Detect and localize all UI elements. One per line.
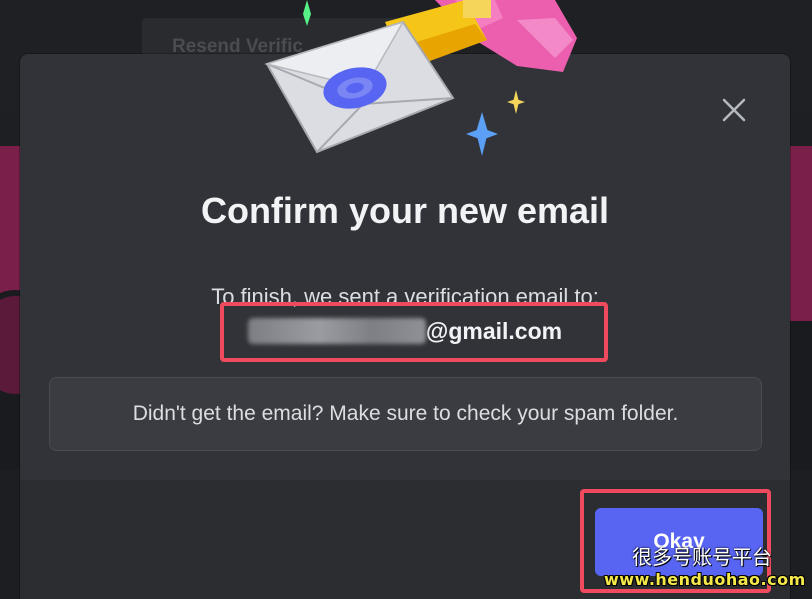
envelope-illustration [264, 0, 577, 156]
close-button[interactable] [718, 94, 750, 126]
yellow-sparkle-icon [507, 90, 525, 114]
watermark-url: www.henduohao.com [604, 570, 806, 589]
blue-sparkle-icon [466, 112, 498, 156]
spam-folder-notice: Didn't get the email? Make sure to check… [49, 377, 762, 451]
watermark-title: 很多号账号平台 [632, 545, 772, 569]
close-x-icon [722, 98, 746, 122]
green-sparkle-icon [303, 0, 311, 26]
email-highlight-box [220, 302, 608, 362]
modal-title: Confirm your new email [200, 190, 610, 231]
